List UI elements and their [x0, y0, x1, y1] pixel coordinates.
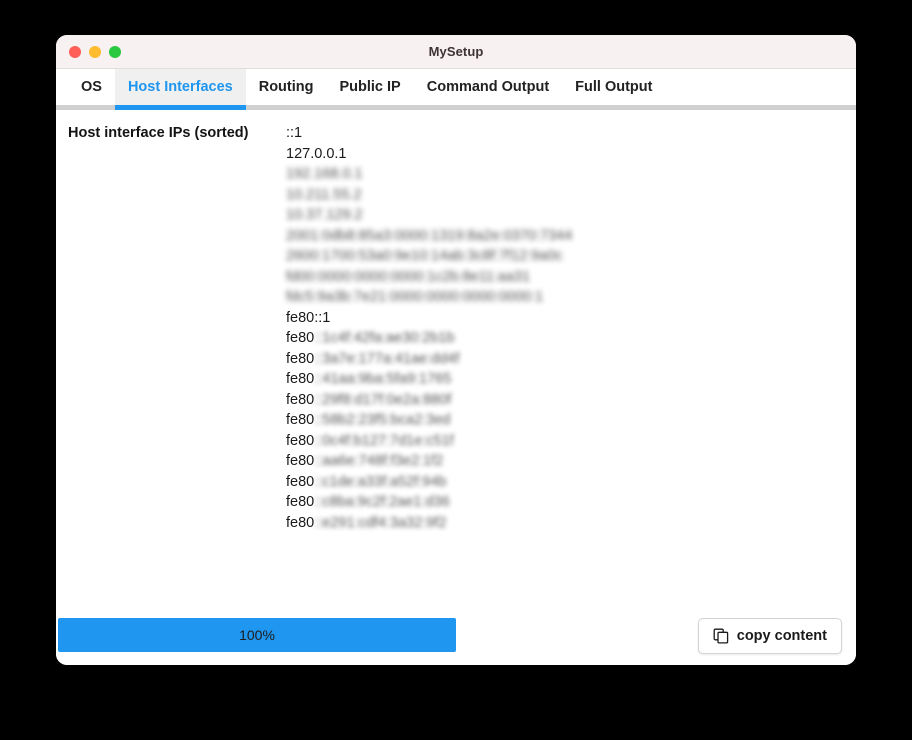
ip-address-line: fe80::1c4f:42fa:ae30:2b1b — [286, 328, 572, 349]
window-title: MySetup — [428, 44, 484, 59]
ip-redacted-suffix: ::29f8:d17f:0e2a:880f — [314, 391, 452, 408]
content-area: Host interface IPs (sorted) ::1127.0.0.1… — [56, 105, 856, 607]
ip-visible-prefix: fe80 — [286, 350, 315, 367]
tab-command-output[interactable]: Command Output — [414, 69, 562, 105]
ip-visible-prefix: fe80 — [286, 391, 315, 408]
ip-address-line: fe80::c8ba:9c2f:2ae1:d36 — [286, 492, 572, 513]
ip-address-line: 2001:0db8:85a3:0000:1319:8a2e:0370:7344 — [286, 227, 573, 244]
ip-address-line: fdc5:9a3b:7e21:0000:0000:0000:0000:1 — [286, 289, 544, 305]
ip-address-line: 10.37.129.2 — [286, 207, 363, 223]
field-label-host-interface-ips: Host interface IPs (sorted) — [68, 125, 249, 141]
ip-redacted-suffix: ::c8ba:9c2f:2ae1:d36 — [314, 494, 450, 510]
ip-visible-prefix: fe80 — [286, 371, 315, 387]
copy-icon — [713, 628, 729, 644]
tab-label: Full Output — [575, 79, 653, 95]
ip-redacted-suffix: ::0c4f:b127:7d1e:c51f — [314, 432, 454, 449]
ip-address-line: fe80::0c4f:b127:7d1e:c51f — [286, 431, 572, 452]
ip-address-line: fe80::58b2:23f5:bca2:3ed — [286, 410, 572, 431]
tab-os[interactable]: OS — [68, 69, 115, 105]
ip-visible-prefix: fe80 — [286, 494, 315, 510]
tab-label: Host Interfaces — [127, 79, 233, 95]
ip-address-line: fe80::1 — [286, 309, 331, 326]
tab-label: Public IP — [339, 79, 401, 95]
tab-bar: OS Host Interfaces Routing Public IP Com… — [56, 69, 856, 110]
ip-address-line: 10.211.55.2 — [286, 186, 362, 203]
ip-redacted-suffix: ::58b2:23f5:bca2:3ed — [314, 412, 451, 428]
ip-visible-prefix: fe80 — [286, 432, 315, 449]
ip-redacted-suffix: ::c1de:a33f:a52f:94b — [314, 473, 447, 490]
ip-visible-prefix: fe80 — [286, 453, 315, 469]
window-controls — [56, 45, 121, 58]
tab-routing[interactable]: Routing — [246, 69, 327, 105]
copy-content-label: copy content — [736, 628, 827, 644]
ip-address-line: fe80::c1de:a33f:a52f:94b — [286, 472, 572, 493]
progress-bar-track: 100% — [58, 618, 456, 652]
ip-redacted-suffix: ::1c4f:42fa:ae30:2b1b — [314, 330, 455, 346]
progress-bar-fill: 100% — [58, 618, 456, 652]
ip-address-line: fe80::41aa:9ba:5fa9:1765 — [286, 369, 572, 390]
ip-address-line: 2600:1700:53a0:9e10:14ab:3c8f:7f12:9a0c — [286, 248, 563, 264]
ip-address-line: fd00:0000:0000:0000:1c2b:8e11:aa31 — [286, 268, 531, 285]
close-window-button[interactable] — [69, 45, 81, 58]
window-titlebar: MySetup — [56, 35, 856, 69]
ip-address-line: fe80::29f8:d17f:0e2a:880f — [286, 390, 572, 411]
ip-visible-prefix: fe80 — [286, 473, 315, 490]
ip-address-list: ::1127.0.0.1192.168.0.110.211.55.210.37.… — [286, 123, 572, 533]
host-interfaces-row: Host interface IPs (sorted) ::1127.0.0.1… — [56, 123, 856, 533]
ip-redacted-suffix: ::e291:cdf4:3a32:9f2 — [314, 514, 447, 531]
progress-label: 100% — [239, 627, 275, 643]
tab-host-interfaces[interactable]: Host Interfaces — [114, 69, 246, 110]
ip-address-line: 127.0.0.1 — [286, 145, 347, 162]
ip-address-line: fe80::aa6e:748f:f3e2:1f2 — [286, 451, 572, 472]
tab-label: Command Output — [426, 79, 550, 95]
ip-redacted-suffix: ::3a7e:177a:41ae:dd4f — [314, 350, 460, 367]
tab-label: Routing — [258, 79, 314, 95]
tab-label: OS — [81, 79, 102, 95]
ip-redacted-suffix: ::aa6e:748f:f3e2:1f2 — [314, 453, 444, 469]
tab-full-output[interactable]: Full Output — [562, 69, 665, 105]
maximize-window-button[interactable] — [109, 45, 121, 58]
tab-public-ip[interactable]: Public IP — [326, 69, 413, 105]
ip-redacted-suffix: ::41aa:9ba:5fa9:1765 — [314, 371, 452, 387]
footer-bar: 100% copy content — [56, 607, 856, 665]
copy-content-button[interactable]: copy content — [697, 618, 842, 654]
app-window: MySetup OS Host Interfaces Routing Publi… — [56, 35, 856, 665]
minimize-window-button[interactable] — [89, 45, 101, 58]
ip-visible-prefix: fe80 — [286, 412, 315, 428]
screen: MySetup OS Host Interfaces Routing Publi… — [0, 0, 912, 740]
ip-address-line: ::1 — [286, 125, 303, 141]
ip-visible-prefix: fe80 — [286, 514, 315, 531]
ip-address-line: fe80::3a7e:177a:41ae:dd4f — [286, 349, 572, 370]
ip-address-line: fe80::e291:cdf4:3a32:9f2 — [286, 513, 572, 534]
ip-address-line: 192.168.0.1 — [286, 166, 363, 182]
ip-visible-prefix: fe80 — [286, 330, 315, 346]
